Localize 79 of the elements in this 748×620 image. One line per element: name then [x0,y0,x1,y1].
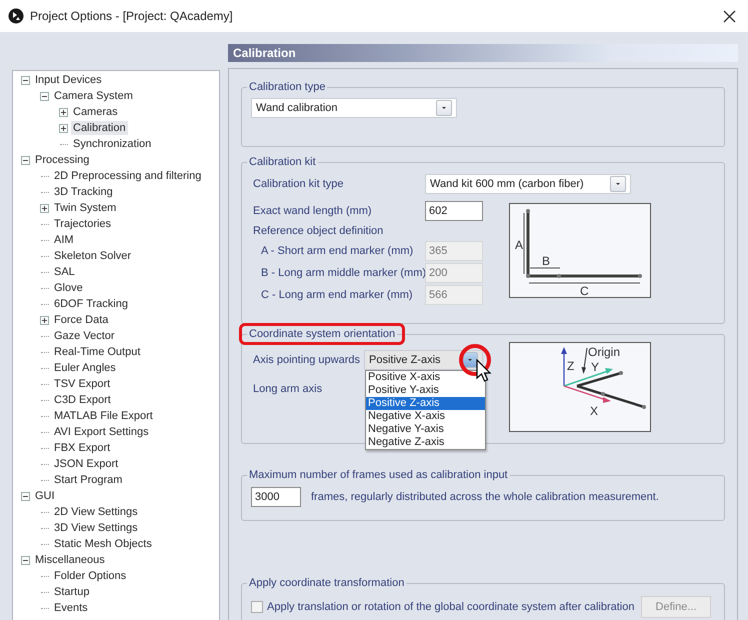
close-icon[interactable] [723,10,736,22]
field-label: Calibration kit type [252,178,344,190]
tree-item[interactable]: MATLAB File Export [52,409,155,423]
expander-icon[interactable] [40,204,49,212]
tree-item[interactable]: Static Mesh Objects [52,537,154,551]
dimension-label: B [542,254,550,268]
expander-icon[interactable] [21,76,30,84]
expander-icon[interactable] [40,92,49,100]
tree-item[interactable]: C3D Export [52,393,113,407]
group-label: Apply coordinate transformation [248,577,406,589]
expander-icon[interactable] [21,492,30,500]
axis-label: Y [591,360,600,374]
tree-item[interactable]: Real-Time Output [52,345,142,359]
tree-item[interactable]: FBX Export [52,441,112,455]
tree-item[interactable]: TSV Export [52,377,112,391]
dropdown[interactable]: Wand kit 600 mm (carbon fiber) [425,174,631,194]
tree-item[interactable]: Synchronization [71,137,154,151]
field-label: Long arm axis [252,383,324,395]
checkbox-label: Apply translation or rotation of the global coordinate system after calibration [267,601,636,613]
checkbox[interactable] [251,601,263,613]
field-label: A - Short arm end marker (mm) [260,245,414,257]
dropdown-option[interactable]: Positive Z-axis [366,397,485,410]
tree-item[interactable]: Gaze Vector [52,329,117,343]
tree-item[interactable]: AIM [52,233,76,247]
tree-item[interactable]: Force Data [52,313,110,327]
tree-item[interactable]: 2D Preprocessing and filtering [52,169,204,183]
section-header: Calibration [228,44,738,62]
expander-icon[interactable] [59,108,68,116]
dropdown-option[interactable]: Negative Z-axis [366,436,485,449]
expander-icon[interactable] [40,316,49,324]
dimension-label: A [515,238,524,252]
dropdown-option[interactable]: Positive Y-axis [366,384,485,397]
input-field[interactable]: 602 [425,201,483,221]
tree-item[interactable]: SAL [52,265,77,279]
field-label: Axis pointing upwards [252,354,362,366]
tree-item[interactable]: Start Program [52,473,124,487]
tree-item[interactable]: Twin System [52,201,118,215]
app-logo-icon [8,8,24,24]
window-title: Project Options - [Project: QAcademy] [30,9,234,23]
input-field[interactable]: 3000 [251,487,301,507]
tree-item[interactable]: Calibration [71,121,128,135]
tree-item[interactable]: Folder Options [52,569,128,583]
expander-icon[interactable] [21,556,30,564]
tree-item[interactable]: JSON Export [52,457,120,471]
tree-item[interactable]: Miscellaneous [33,553,107,567]
tree-item[interactable]: 3D Tracking [52,185,115,199]
group-label: Calibration kit [248,156,317,168]
subheading: Reference object definition [252,225,384,239]
dropdown[interactable]: Wand calibration [251,98,457,118]
dropdown-option[interactable]: Negative Y-axis [366,423,485,436]
tree-item[interactable]: AVI Export Settings [52,425,151,439]
tree-item[interactable]: Euler Angles [52,361,118,375]
tree-item[interactable]: Startup [52,585,92,599]
axis-label: Z [567,359,574,373]
tree-item[interactable]: Processing [33,153,92,167]
axis-label: X [590,404,598,418]
tree-item[interactable]: 2D View Settings [52,505,140,519]
dropdown-option[interactable]: Negative X-axis [366,410,485,423]
tree-item[interactable]: Cameras [71,105,120,119]
group-label: Coordinate system orientation [247,328,398,340]
tree-item[interactable]: 3D View Settings [52,521,140,535]
dimension-label: C [580,284,589,297]
tree-item[interactable]: Trajectories [52,217,114,231]
tree-item[interactable]: Input Devices [33,73,104,87]
expander-icon[interactable] [59,124,68,132]
field-label: C - Long arm end marker (mm) [260,289,414,301]
tree-item[interactable]: Events [52,601,90,615]
diagram-label: Origin [588,345,620,359]
group-label: Calibration type [248,81,326,93]
tree-item[interactable]: Glove [52,281,85,295]
expander-icon[interactable] [21,156,30,164]
group-label: Maximum number of frames used as calibration input [248,469,509,481]
field-label: B - Long arm middle marker (mm) [260,267,425,279]
tree-item[interactable]: Skeleton Solver [52,249,134,263]
tree-item[interactable]: 6DOF Tracking [52,297,130,311]
tree-item[interactable]: GUI [33,489,57,503]
field-label: Exact wand length (mm) [252,205,373,217]
tree-item[interactable]: Camera System [52,89,135,103]
field-note: frames, regularly distributed across the whole calibration measurement. [311,491,659,503]
